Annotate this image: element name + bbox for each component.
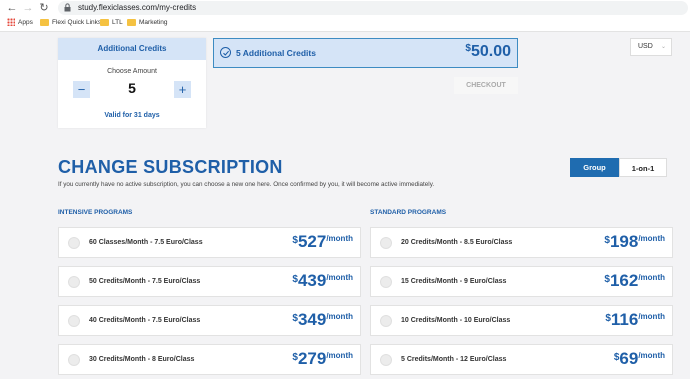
radio-button[interactable] — [380, 354, 392, 366]
chevron-down-icon: ⌄ — [660, 44, 666, 50]
package-label: 5 Additional Credits — [236, 48, 316, 58]
bookmark-flexi-quick-links[interactable]: Flexi Quick Links — [40, 18, 101, 28]
browser-toolbar: ← → ↻ study.flexiclasses.com/my-credits … — [0, 0, 690, 32]
bookmark-apps[interactable]: Apps — [7, 18, 33, 28]
radio-button[interactable] — [68, 276, 80, 288]
plan-option[interactable]: 10 Credits/Month - 10 Euro/Class $116/mo… — [370, 305, 673, 336]
toggle-group[interactable]: Group — [570, 158, 619, 177]
credits-card-title: Additional Credits — [58, 38, 206, 60]
section-description: If you currently have no active subscrip… — [58, 181, 435, 188]
folder-icon — [100, 18, 109, 26]
plan-option[interactable]: 5 Credits/Month - 12 Euro/Class $69/mont… — [370, 344, 673, 375]
plan-price: $69/month — [613, 349, 665, 368]
plan-label: 10 Credits/Month - 10 Euro/Class — [401, 317, 511, 324]
additional-credits-card: Additional Credits Choose Amount − 5 + V… — [58, 38, 206, 128]
lock-icon — [64, 3, 71, 12]
standard-programs-heading: STANDARD PROGRAMS — [370, 209, 447, 216]
folder-icon — [127, 18, 136, 26]
reload-icon[interactable]: ↻ — [38, 2, 50, 14]
increase-amount-button[interactable]: + — [174, 81, 191, 98]
choose-amount-label: Choose Amount — [107, 68, 157, 75]
plan-label: 60 Classes/Month - 7.5 Euro/Class — [89, 239, 203, 246]
radio-button[interactable] — [68, 315, 80, 327]
validity-text: Valid for 31 days — [104, 112, 160, 119]
plan-option[interactable]: 15 Credits/Month - 9 Euro/Class $162/mon… — [370, 266, 673, 297]
currency-value: USD — [638, 43, 653, 50]
plan-price: $279/month — [292, 349, 353, 368]
back-icon[interactable]: ← — [6, 2, 18, 14]
plan-price: $162/month — [604, 271, 665, 290]
apps-grid-icon — [7, 18, 15, 27]
plan-label: 30 Credits/Month - 8 Euro/Class — [89, 356, 195, 363]
plan-label: 20 Credits/Month - 8.5 Euro/Class — [401, 239, 513, 246]
radio-button[interactable] — [68, 354, 80, 366]
selected-package[interactable]: 5 Additional Credits $50.00 — [213, 38, 518, 68]
url-text: study.flexiclasses.com/my-credits — [78, 3, 197, 12]
package-price: $50.00 — [465, 43, 511, 60]
address-bar[interactable]: study.flexiclasses.com/my-credits — [58, 1, 688, 15]
folder-icon — [40, 18, 49, 26]
plan-label: 50 Credits/Month - 7.5 Euro/Class — [89, 278, 201, 285]
bookmarks-bar: Apps Flexi Quick Links LTL Marketing — [0, 16, 690, 30]
section-title: CHANGE SUBSCRIPTION — [58, 157, 283, 177]
radio-button[interactable] — [380, 276, 392, 288]
plan-price: $198/month — [604, 232, 665, 251]
radio-button[interactable] — [68, 237, 80, 249]
checkout-button[interactable]: CHECKOUT — [454, 77, 518, 94]
check-circle-icon — [220, 47, 231, 58]
plan-price: $116/month — [605, 310, 665, 329]
plan-option[interactable]: 40 Credits/Month - 7.5 Euro/Class $349/m… — [58, 305, 361, 336]
plan-option[interactable]: 50 Credits/Month - 7.5 Euro/Class $439/m… — [58, 266, 361, 297]
forward-icon[interactable]: → — [22, 2, 34, 14]
plan-label: 15 Credits/Month - 9 Euro/Class — [401, 278, 507, 285]
intensive-programs-heading: INTENSIVE PROGRAMS — [58, 209, 133, 216]
currency-select[interactable]: USD ⌄ — [630, 38, 672, 56]
bookmark-ltl[interactable]: LTL — [100, 18, 123, 28]
radio-button[interactable] — [380, 237, 392, 249]
plan-option[interactable]: 60 Classes/Month - 7.5 Euro/Class $527/m… — [58, 227, 361, 258]
plan-option[interactable]: 30 Credits/Month - 8 Euro/Class $279/mon… — [58, 344, 361, 375]
radio-button[interactable] — [380, 315, 392, 327]
plan-label: 5 Credits/Month - 12 Euro/Class — [401, 356, 507, 363]
plan-price: $527/month — [292, 232, 353, 251]
plan-price: $349/month — [292, 310, 353, 329]
plan-price: $439/month — [292, 271, 353, 290]
toggle-one-on-one[interactable]: 1-on-1 — [619, 158, 667, 177]
plan-option[interactable]: 20 Credits/Month - 8.5 Euro/Class $198/m… — [370, 227, 673, 258]
bookmark-marketing[interactable]: Marketing — [127, 18, 168, 28]
plan-label: 40 Credits/Month - 7.5 Euro/Class — [89, 317, 201, 324]
